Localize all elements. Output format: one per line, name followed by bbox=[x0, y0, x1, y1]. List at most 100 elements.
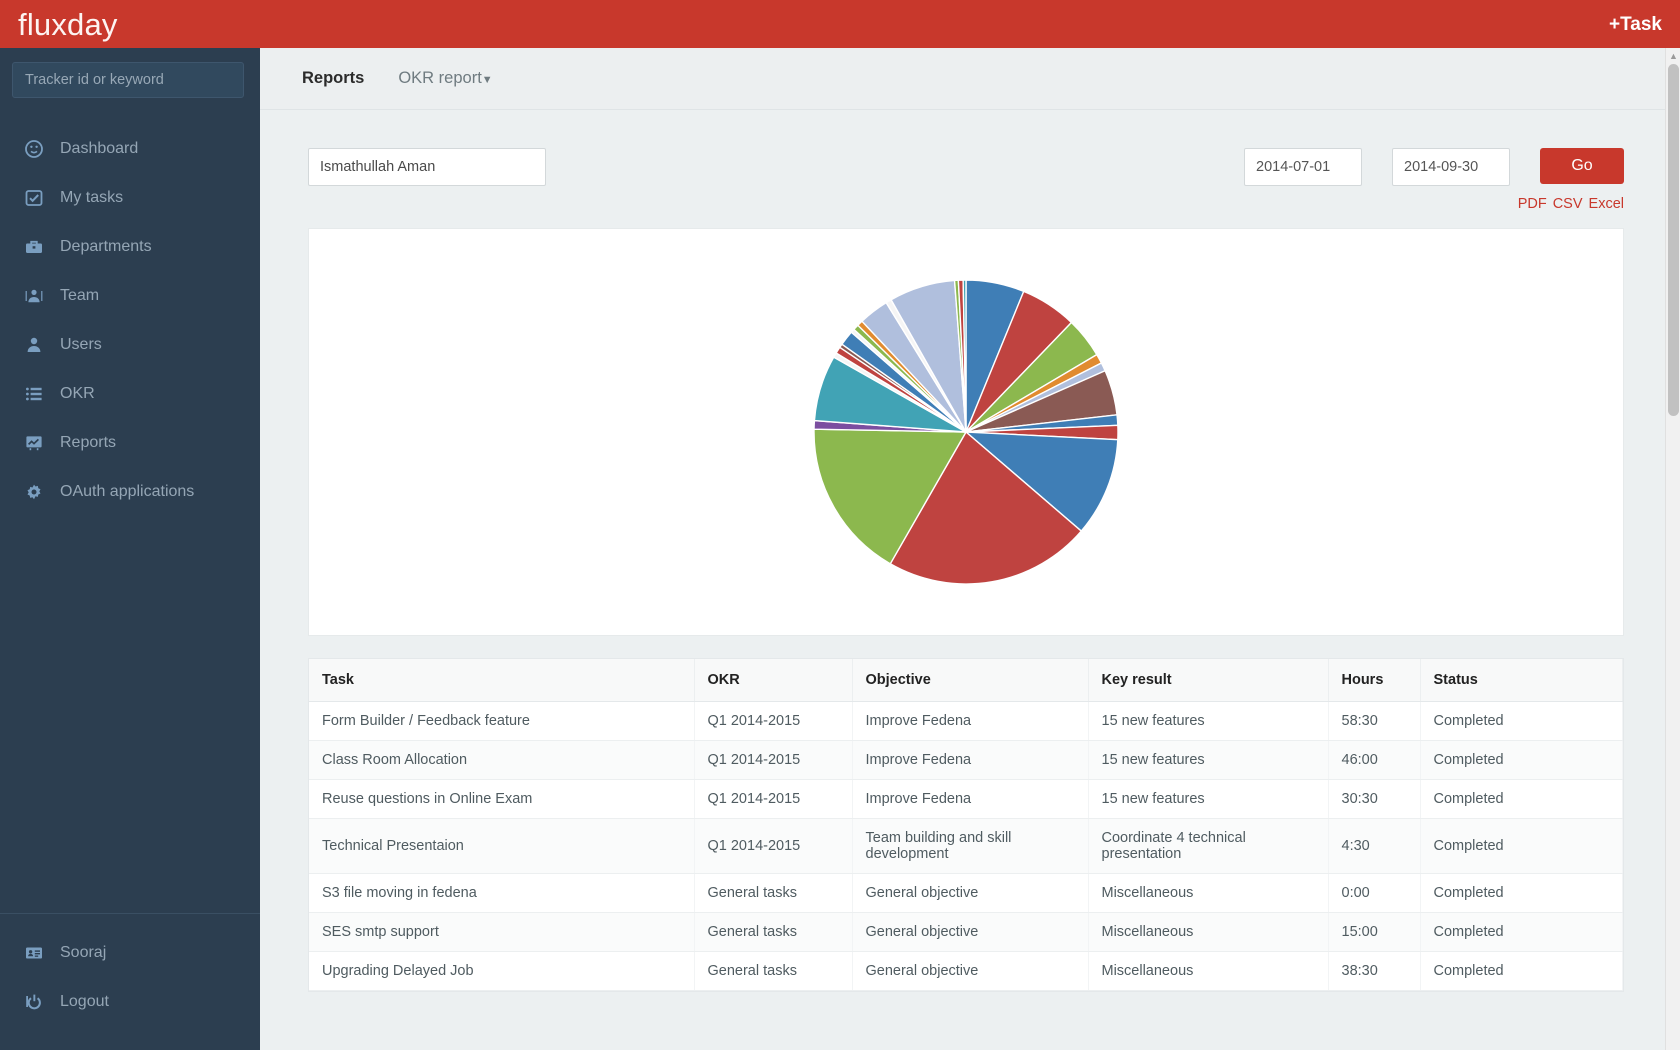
col-objective[interactable]: Objective bbox=[852, 659, 1089, 702]
app-root: fluxday +Task Dashboard My tasks Departmen… bbox=[0, 0, 1680, 1050]
table-header-row: Task OKR Objective Key result Hours Stat… bbox=[309, 659, 1623, 702]
dashboard-icon bbox=[24, 139, 44, 159]
tab-reports[interactable]: Reports bbox=[302, 69, 364, 88]
from-date-input[interactable] bbox=[1244, 148, 1362, 186]
briefcase-icon bbox=[24, 237, 44, 257]
cell-status: Completed bbox=[1420, 701, 1623, 741]
table-head: Task OKR Objective Key result Hours Stat… bbox=[309, 659, 1623, 702]
cell-okr: General tasks bbox=[694, 873, 853, 913]
team-icon bbox=[24, 286, 44, 306]
nav-item-label: Reports bbox=[60, 433, 117, 451]
gear-icon bbox=[24, 482, 44, 502]
search-input[interactable] bbox=[12, 62, 244, 98]
sidebar-item-reports[interactable]: Reports bbox=[0, 418, 260, 467]
to-date-input[interactable] bbox=[1392, 148, 1510, 186]
cell-key-result: 15 new features bbox=[1088, 701, 1329, 741]
power-icon bbox=[24, 992, 44, 1012]
cell-okr: Q1 2014-2015 bbox=[694, 818, 853, 874]
main-content: Reports OKR report▼ Go PDF CSV Excel bbox=[260, 48, 1680, 1050]
sidebar-search-wrapper bbox=[0, 48, 260, 106]
cell-okr: General tasks bbox=[694, 951, 853, 991]
cell-objective: General objective bbox=[852, 912, 1089, 952]
tab-okr-report[interactable]: OKR report▼ bbox=[398, 69, 492, 88]
scrollbar-thumb[interactable] bbox=[1668, 64, 1679, 416]
col-key-result[interactable]: Key result bbox=[1088, 659, 1329, 702]
cell-hours: 38:30 bbox=[1328, 951, 1421, 991]
cell-status: Completed bbox=[1420, 951, 1623, 991]
sidebar: Dashboard My tasks Departments Team Users OKR… bbox=[0, 48, 260, 1050]
cell-objective: General objective bbox=[852, 873, 1089, 913]
cell-status: Completed bbox=[1420, 818, 1623, 874]
cell-okr: Q1 2014-2015 bbox=[694, 701, 853, 741]
cell-objective: Team building and skill development bbox=[852, 818, 1089, 874]
sidebar-footer-logout[interactable]: Logout bbox=[0, 977, 260, 1026]
cell-key-result: Miscellaneous bbox=[1088, 873, 1329, 913]
sidebar-footer-sooraj[interactable]: Sooraj bbox=[0, 928, 260, 977]
cell-hours: 0:00 bbox=[1328, 873, 1421, 913]
table-row[interactable]: Technical Presentaion Q1 2014-2015 Team bu… bbox=[309, 818, 1623, 874]
sidebar-item-dashboard[interactable]: Dashboard bbox=[0, 124, 260, 173]
sidebar-item-oauth-applications[interactable]: OAuth applications bbox=[0, 467, 260, 516]
cell-task: S3 file moving in fedena bbox=[309, 873, 695, 913]
cell-task: Form Builder / Feedback feature bbox=[309, 701, 695, 741]
vertical-scrollbar[interactable]: ▲ bbox=[1665, 48, 1680, 1050]
add-task-button[interactable]: +Task bbox=[1609, 15, 1680, 34]
filter-bar: Go PDF CSV Excel bbox=[260, 110, 1680, 228]
sidebar-item-okr[interactable]: OKR bbox=[0, 369, 260, 418]
cell-task: SES smtp support bbox=[309, 912, 695, 952]
sidebar-item-users[interactable]: Users bbox=[0, 320, 260, 369]
export-pdf-link[interactable]: PDF bbox=[1518, 196, 1547, 212]
table-row[interactable]: SES smtp support General tasks General obj… bbox=[309, 912, 1623, 952]
report-table-wrapper: Task OKR Objective Key result Hours Stat… bbox=[308, 658, 1624, 992]
id-card-icon bbox=[24, 943, 44, 963]
cell-status: Completed bbox=[1420, 779, 1623, 819]
nav-item-label: Dashboard bbox=[60, 139, 139, 157]
cell-objective: General objective bbox=[852, 951, 1089, 991]
cell-okr: Q1 2014-2015 bbox=[694, 779, 853, 819]
pie-chart bbox=[810, 276, 1122, 588]
cell-objective: Improve Fedena bbox=[852, 701, 1089, 741]
cell-task: Technical Presentaion bbox=[309, 818, 695, 874]
cell-hours: 58:30 bbox=[1328, 701, 1421, 741]
top-bar: fluxday +Task bbox=[0, 0, 1680, 48]
table-row[interactable]: Form Builder / Feedback feature Q1 2014-2… bbox=[309, 701, 1623, 741]
nav-item-label: OKR bbox=[60, 384, 95, 402]
table-row[interactable]: S3 file moving in fedena General tasks Gen… bbox=[309, 873, 1623, 913]
cell-key-result: Miscellaneous bbox=[1088, 951, 1329, 991]
user-name-input[interactable] bbox=[308, 148, 546, 186]
cell-hours: 15:00 bbox=[1328, 912, 1421, 952]
nav-item-label: Departments bbox=[60, 237, 152, 255]
brand-logo[interactable]: fluxday bbox=[0, 9, 118, 40]
list-icon bbox=[24, 384, 44, 404]
cell-hours: 46:00 bbox=[1328, 740, 1421, 780]
scroll-up-icon[interactable]: ▲ bbox=[1666, 48, 1680, 64]
nav-item-label: Sooraj bbox=[60, 943, 107, 961]
col-hours[interactable]: Hours bbox=[1328, 659, 1421, 702]
cell-hours: 4:30 bbox=[1328, 818, 1421, 874]
cell-okr: Q1 2014-2015 bbox=[694, 740, 853, 780]
table-row[interactable]: Reuse questions in Online Exam Q1 2014-20… bbox=[309, 779, 1623, 819]
nav-item-label: Logout bbox=[60, 992, 109, 1010]
export-csv-link[interactable]: CSV bbox=[1553, 196, 1583, 212]
cell-hours: 30:30 bbox=[1328, 779, 1421, 819]
sidebar-item-team[interactable]: Team bbox=[0, 271, 260, 320]
cell-status: Completed bbox=[1420, 740, 1623, 780]
sidebar-nav: Dashboard My tasks Departments Team Users OKR… bbox=[0, 124, 260, 516]
sidebar-item-departments[interactable]: Departments bbox=[0, 222, 260, 271]
col-okr[interactable]: OKR bbox=[694, 659, 853, 702]
report-table: Task OKR Objective Key result Hours Stat… bbox=[309, 659, 1623, 991]
sidebar-item-my-tasks[interactable]: My tasks bbox=[0, 173, 260, 222]
cell-key-result: Miscellaneous bbox=[1088, 912, 1329, 952]
col-status[interactable]: Status bbox=[1420, 659, 1623, 702]
chart-card bbox=[308, 228, 1624, 636]
pie-chart-svg bbox=[813, 279, 1119, 585]
col-task[interactable]: Task bbox=[309, 659, 695, 702]
table-row[interactable]: Class Room Allocation Q1 2014-2015 Improve… bbox=[309, 740, 1623, 780]
nav-item-label: OAuth applications bbox=[60, 482, 195, 500]
checkbox-tasks-icon bbox=[24, 188, 44, 208]
export-excel-link[interactable]: Excel bbox=[1589, 196, 1624, 212]
cell-task: Class Room Allocation bbox=[309, 740, 695, 780]
cell-key-result: 15 new features bbox=[1088, 779, 1329, 819]
go-button[interactable]: Go bbox=[1540, 148, 1624, 184]
table-row[interactable]: Upgrading Delayed Job General tasks Genera… bbox=[309, 951, 1623, 991]
